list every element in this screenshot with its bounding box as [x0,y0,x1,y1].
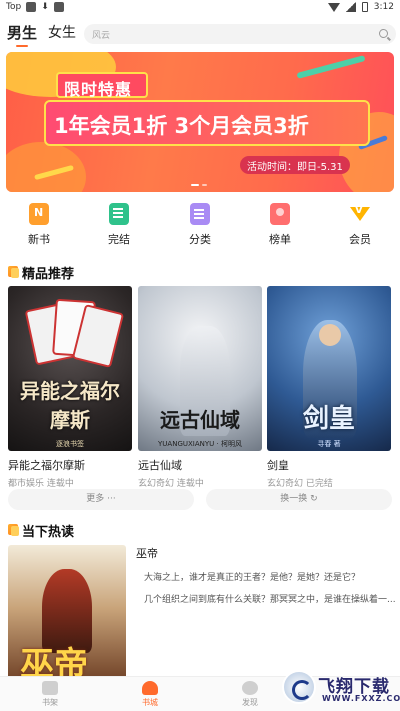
book-description-line: 大海之上，谁才是真正的王者？是他？是她？还是它？ [144,573,361,583]
wifi-icon [327,2,340,12]
search-icon[interactable] [379,29,388,38]
search-placeholder: 风云 [92,31,111,41]
book-description-line: 几个组织之间到底有什么关联？那冥冥之中，是谁在操纵着一... [144,595,396,605]
hot-book-cover[interactable]: 巫帝 [8,545,126,685]
category-vip[interactable]: 会员 [330,200,390,247]
banner-pager [191,184,207,186]
book-meta: 玄幻奇幻 连载中 [138,479,204,489]
nav-discover[interactable]: 发现 [220,681,280,708]
category-label: 新书 [28,233,50,246]
active-tab-indicator [16,45,28,47]
refresh-button[interactable]: 换一换 ↻ [206,489,392,510]
watermark: 飞翔下载 WWW.FXXZ.COM [282,668,400,708]
pager-dot [202,184,207,186]
category-label: 分类 [189,233,211,246]
bookshelf-icon [42,681,58,695]
ranking-icon [270,203,290,225]
cover-title: 异能之福尔摩斯 [20,379,120,432]
book-cover[interactable]: 异能之福尔摩斯 逐浪书签 [8,286,132,451]
vip-crown-icon [350,203,370,225]
banner-decoration [6,142,86,192]
status-left-label: Top [6,2,22,12]
tab-female[interactable]: 女生 [48,22,76,42]
app-notification-icon [53,2,64,12]
book-card[interactable]: 远古仙域 YUANGUXIANYU · 柯明风 远古仙域 玄幻奇幻 连载中 [138,286,262,489]
pager-dot [191,184,199,186]
book-section-icon [8,266,19,278]
book-meta: 都市娱乐 连载中 [8,479,74,489]
nav-label: 书城 [142,698,158,707]
category-icon [190,203,210,225]
banner-tag: 限时特惠 [64,80,133,99]
book-card[interactable]: 剑皇 寻春 著 剑皇 玄幻奇幻 已完结 [267,286,391,489]
category-label: 榜单 [269,233,291,246]
banner-headline-box: 1年会员1折 3个月会员3折 [44,100,370,146]
status-time: 3:12 [373,2,394,12]
category-label: 会员 [349,233,371,246]
watermark-logo-icon [282,670,316,704]
nav-bookstore[interactable]: 书城 [120,681,180,708]
discover-icon [242,681,258,695]
banner-headline: 1年会员1折 3个月会员3折 [54,114,309,138]
tab-male[interactable]: 男生 [7,22,37,43]
signal-icon [345,2,356,12]
banner-date: 活动时间：即日-5.31 [247,162,343,173]
status-bar: Top ⬇ 3:12 [0,0,400,16]
book-cover[interactable]: 远古仙域 YUANGUXIANYU · 柯明风 [138,286,262,451]
book-cover[interactable]: 剑皇 寻春 著 [267,286,391,451]
battery-icon [361,2,368,12]
section-title: 精品推荐 [22,267,75,282]
cover-subtitle: 寻春 著 [317,440,341,448]
cover-subtitle: YUANGUXIANYU · 柯明风 [158,440,242,448]
hot-book-info[interactable]: 巫帝 大海之上，谁才是真正的王者？是他？是她？还是它？ 几个组织之间到底有什么关… [136,545,396,605]
category-classify[interactable]: 分类 [170,200,230,247]
cover-title: 远古仙域 [160,408,240,432]
cover-subtitle: 逐浪书签 [56,440,84,448]
banner-date-box: 活动时间：即日-5.31 [240,156,350,174]
book-section-icon [8,524,19,536]
category-row: 新书 完结 分类 榜单 会员 [0,200,400,252]
category-new[interactable]: 新书 [9,200,69,247]
download-icon: ⬇ [41,2,49,12]
search-input[interactable]: 风云 [84,24,396,44]
banner-tag-box: 限时特惠 [56,72,148,99]
book-title: 异能之福尔摩斯 [8,459,85,472]
new-book-icon [29,203,49,225]
more-button[interactable]: 更多 ··· [8,489,194,510]
notification-icon [26,2,37,12]
nav-label: 发现 [242,698,258,707]
book-meta: 玄幻奇幻 已完结 [267,479,333,489]
section-title: 当下热读 [22,525,75,540]
watermark-url: WWW.FXXZ.COM [322,694,400,703]
book-title: 远古仙域 [138,459,182,472]
bookstore-icon [142,681,158,695]
finished-book-icon [109,203,129,225]
book-title: 剑皇 [267,459,289,472]
banner-decoration [296,55,366,79]
category-label: 完结 [108,233,130,246]
book-title: 巫帝 [136,547,158,560]
top-bar: 男生 女生 风云 [0,18,400,48]
nav-bookshelf[interactable]: 书架 [20,681,80,708]
book-card[interactable]: 异能之福尔摩斯 逐浪书签 异能之福尔摩斯 都市娱乐 连载中 [8,286,132,489]
category-ranking[interactable]: 榜单 [250,200,310,247]
cover-title: 剑皇 [302,404,355,434]
category-finished[interactable]: 完结 [89,200,149,247]
promo-banner[interactable]: 限时特惠 1年会员1折 3个月会员3折 活动时间：即日-5.31 [6,52,394,192]
nav-label: 书架 [42,698,58,707]
